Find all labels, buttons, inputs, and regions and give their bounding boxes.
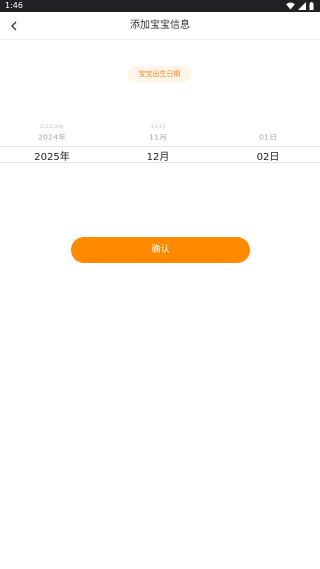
date-picker[interactable]: 2023年 2024年 2025年 10月 11月 12月 01日 02日	[0, 118, 320, 168]
month-wheel[interactable]: 10月 11月 12月	[128, 118, 188, 168]
year-selected[interactable]: 2025年	[22, 148, 82, 163]
wifi-icon	[286, 2, 295, 10]
year-option[interactable]: 2024年	[22, 133, 82, 142]
signal-icon	[298, 2, 306, 10]
month-option[interactable]: 10月	[128, 124, 188, 130]
year-option[interactable]: 2023年	[22, 124, 82, 130]
status-time: 1:46	[5, 1, 23, 10]
month-option[interactable]: 11月	[128, 133, 188, 142]
page-title: 添加宝宝信息	[130, 20, 190, 31]
day-option[interactable]: 01日	[238, 133, 298, 142]
status-icons	[286, 2, 314, 10]
status-bar: 1:46	[0, 0, 320, 12]
year-wheel[interactable]: 2023年 2024年 2025年	[22, 118, 82, 168]
confirm-button[interactable]: 确认	[71, 237, 250, 263]
day-selected[interactable]: 02日	[238, 148, 298, 163]
birth-date-chip: 宝宝出生日期	[128, 66, 191, 82]
battery-icon	[309, 2, 314, 10]
month-selected[interactable]: 12月	[128, 148, 188, 163]
day-wheel[interactable]: 01日 02日	[238, 118, 298, 168]
app-header: 添加宝宝信息	[0, 12, 320, 40]
